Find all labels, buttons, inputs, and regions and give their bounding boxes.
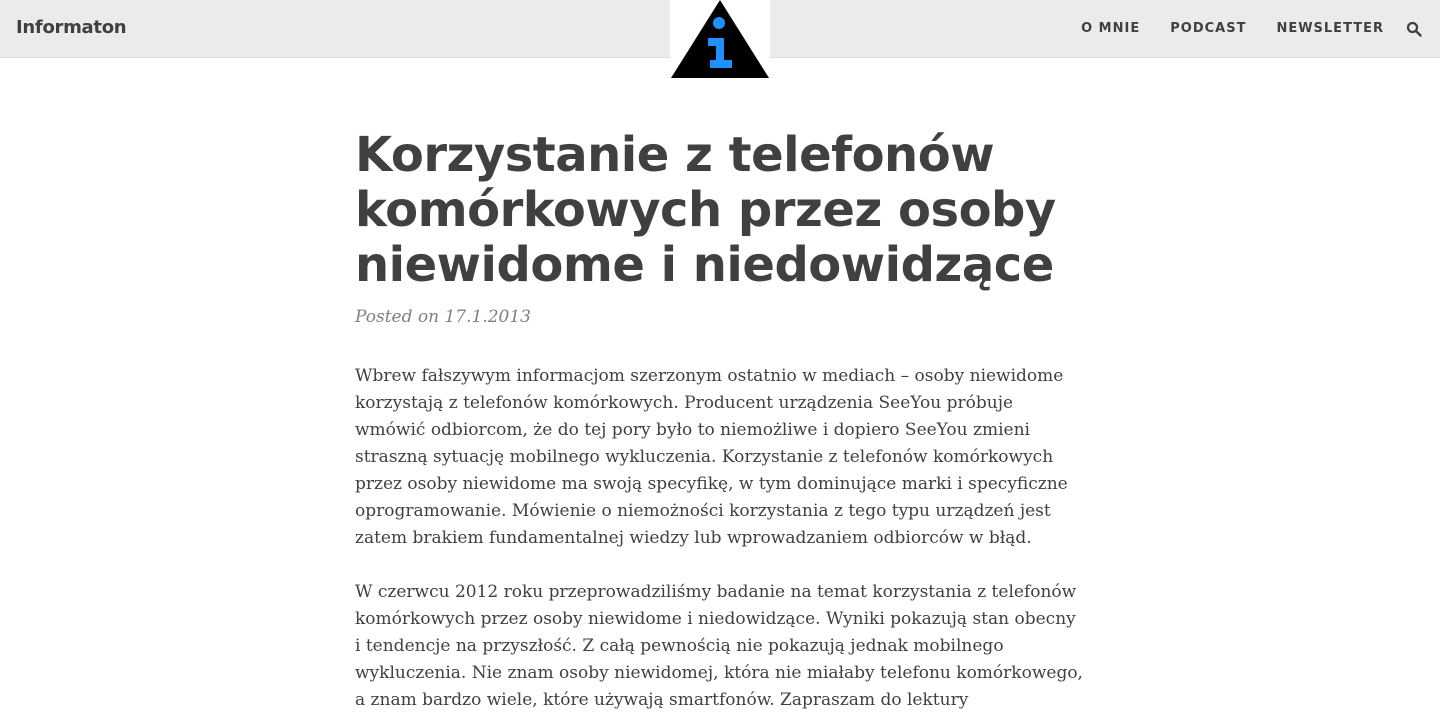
nav-about[interactable]: O MNIE — [1081, 21, 1140, 36]
search-icon[interactable] — [1406, 21, 1422, 37]
site-logo[interactable] — [670, 0, 770, 80]
post-body: Wbrew fałszywym informacjom szerzonym os… — [355, 363, 1095, 714]
main-nav: O MNIE PODCAST NEWSLETTER — [1081, 21, 1384, 36]
brand-link[interactable]: Informaton — [16, 17, 127, 38]
post-paragraph: Wbrew fałszywym informacjom szerzonym os… — [355, 366, 1068, 548]
info-triangle-icon — [671, 0, 769, 78]
post-article: Korzystanie z telefonów komórkowych prze… — [355, 128, 1095, 720]
nav-podcast[interactable]: PODCAST — [1170, 21, 1246, 36]
post-date: Posted on 17.1.2013 — [355, 307, 531, 327]
post-title: Korzystanie z telefonów komórkowych prze… — [355, 127, 1056, 293]
post-paragraph: W czerwcu 2012 roku przeprowadziliśmy ba… — [355, 582, 1083, 710]
nav-newsletter[interactable]: NEWSLETTER — [1276, 21, 1384, 36]
top-navbar: Informaton O MNIE PODCAST NEWSLETTER — [0, 0, 1440, 80]
